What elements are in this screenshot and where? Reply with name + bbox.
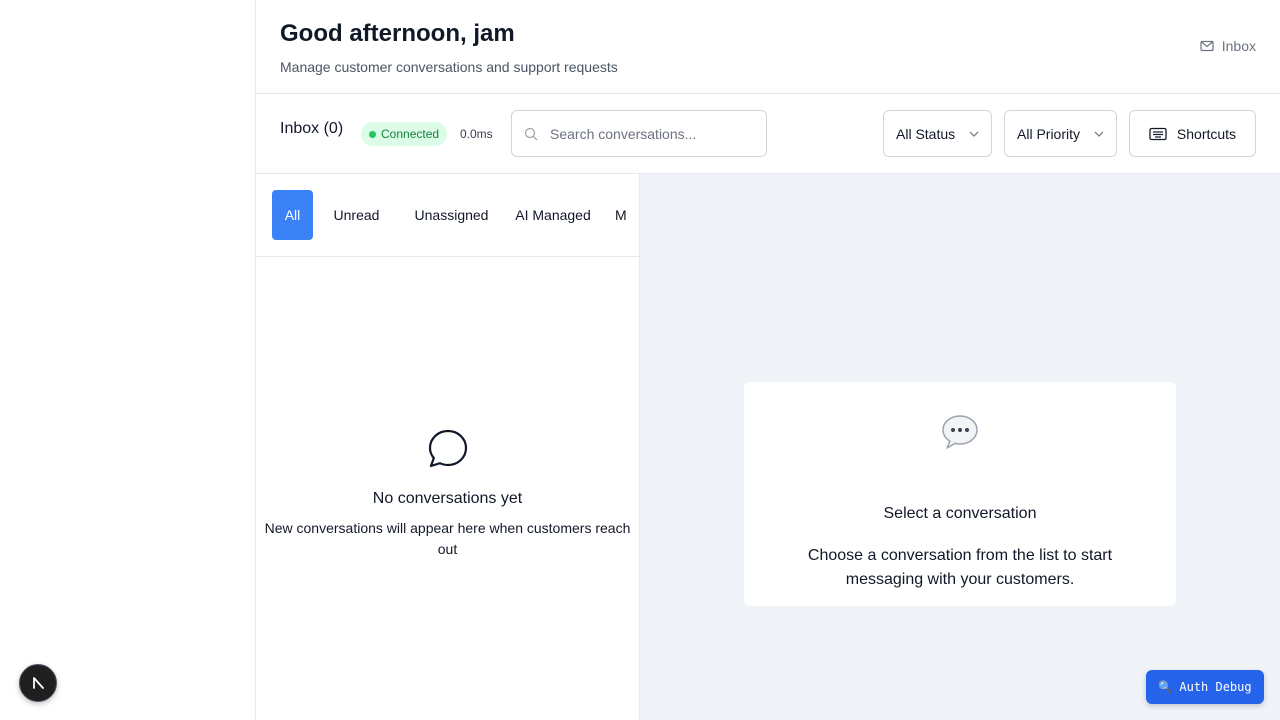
conversation-detail-pane: Select a conversation Choose a conversat… [640, 174, 1280, 720]
chevron-down-icon [1094, 131, 1104, 137]
tab-all[interactable]: All [272, 190, 313, 240]
auth-debug-label: Auth Debug [1179, 680, 1252, 694]
tab-unassigned[interactable]: Unassigned [404, 190, 499, 240]
conversation-list-pane: All Unread Unassigned AI Managed M No co… [256, 174, 640, 720]
message-circle-icon [428, 429, 467, 468]
main-content: Good afternoon, jam Manage customer conv… [256, 0, 1280, 720]
tab-overflow[interactable]: M [615, 190, 635, 240]
conversation-tabs: All Unread Unassigned AI Managed M [256, 174, 639, 257]
select-conversation-title: Select a conversation [883, 505, 1037, 522]
select-conversation-text: Choose a conversation from the list to s… [807, 547, 1113, 588]
search-icon [524, 127, 538, 140]
connection-status-label: Connected [381, 127, 440, 141]
mail-icon [1200, 40, 1214, 52]
chevron-down-icon [969, 131, 979, 137]
speech-bubble-icon [942, 415, 978, 449]
keyboard-icon [1149, 127, 1167, 140]
inbox-breadcrumb-link[interactable]: Inbox [1200, 38, 1256, 54]
tab-unread[interactable]: Unread [325, 190, 388, 240]
empty-state-title: No conversations yet [372, 490, 523, 507]
priority-filter-select[interactable]: All Priority [1004, 110, 1117, 157]
inbox-count: Inbox (0) [280, 120, 344, 137]
inbox-toolbar: Inbox (0) Connected 0.0ms All Status All… [256, 94, 1280, 174]
latency-readout: 0.0ms [460, 127, 493, 141]
empty-conversations-state: No conversations yet New conversations w… [256, 428, 639, 560]
page-header: Good afternoon, jam Manage customer conv… [256, 0, 1280, 94]
priority-filter-value: All Priority [1017, 125, 1081, 142]
select-conversation-card: Select a conversation Choose a conversat… [744, 382, 1176, 606]
search-input[interactable] [550, 125, 750, 142]
sidebar [0, 0, 256, 720]
shortcuts-button[interactable]: Shortcuts [1129, 110, 1256, 157]
search-field[interactable] [511, 110, 767, 157]
next-dev-indicator-button[interactable] [19, 664, 57, 702]
shortcuts-label: Shortcuts [1176, 125, 1237, 142]
status-dot-icon [369, 130, 376, 138]
inbox-link-label: Inbox [1221, 38, 1256, 54]
page-title: Good afternoon, jam [280, 20, 515, 47]
next-logo-icon [33, 677, 44, 689]
status-filter-value: All Status [896, 125, 956, 142]
connection-status-badge: Connected [361, 122, 448, 146]
magnifier-icon: 🔍 [1158, 680, 1174, 694]
status-filter-select[interactable]: All Status [883, 110, 992, 157]
page-subtitle: Manage customer conversations and suppor… [280, 59, 618, 75]
empty-state-text: New conversations will appear here when … [264, 520, 631, 557]
tab-ai-managed[interactable]: AI Managed [515, 190, 591, 240]
auth-debug-button[interactable]: 🔍 Auth Debug [1146, 670, 1264, 704]
